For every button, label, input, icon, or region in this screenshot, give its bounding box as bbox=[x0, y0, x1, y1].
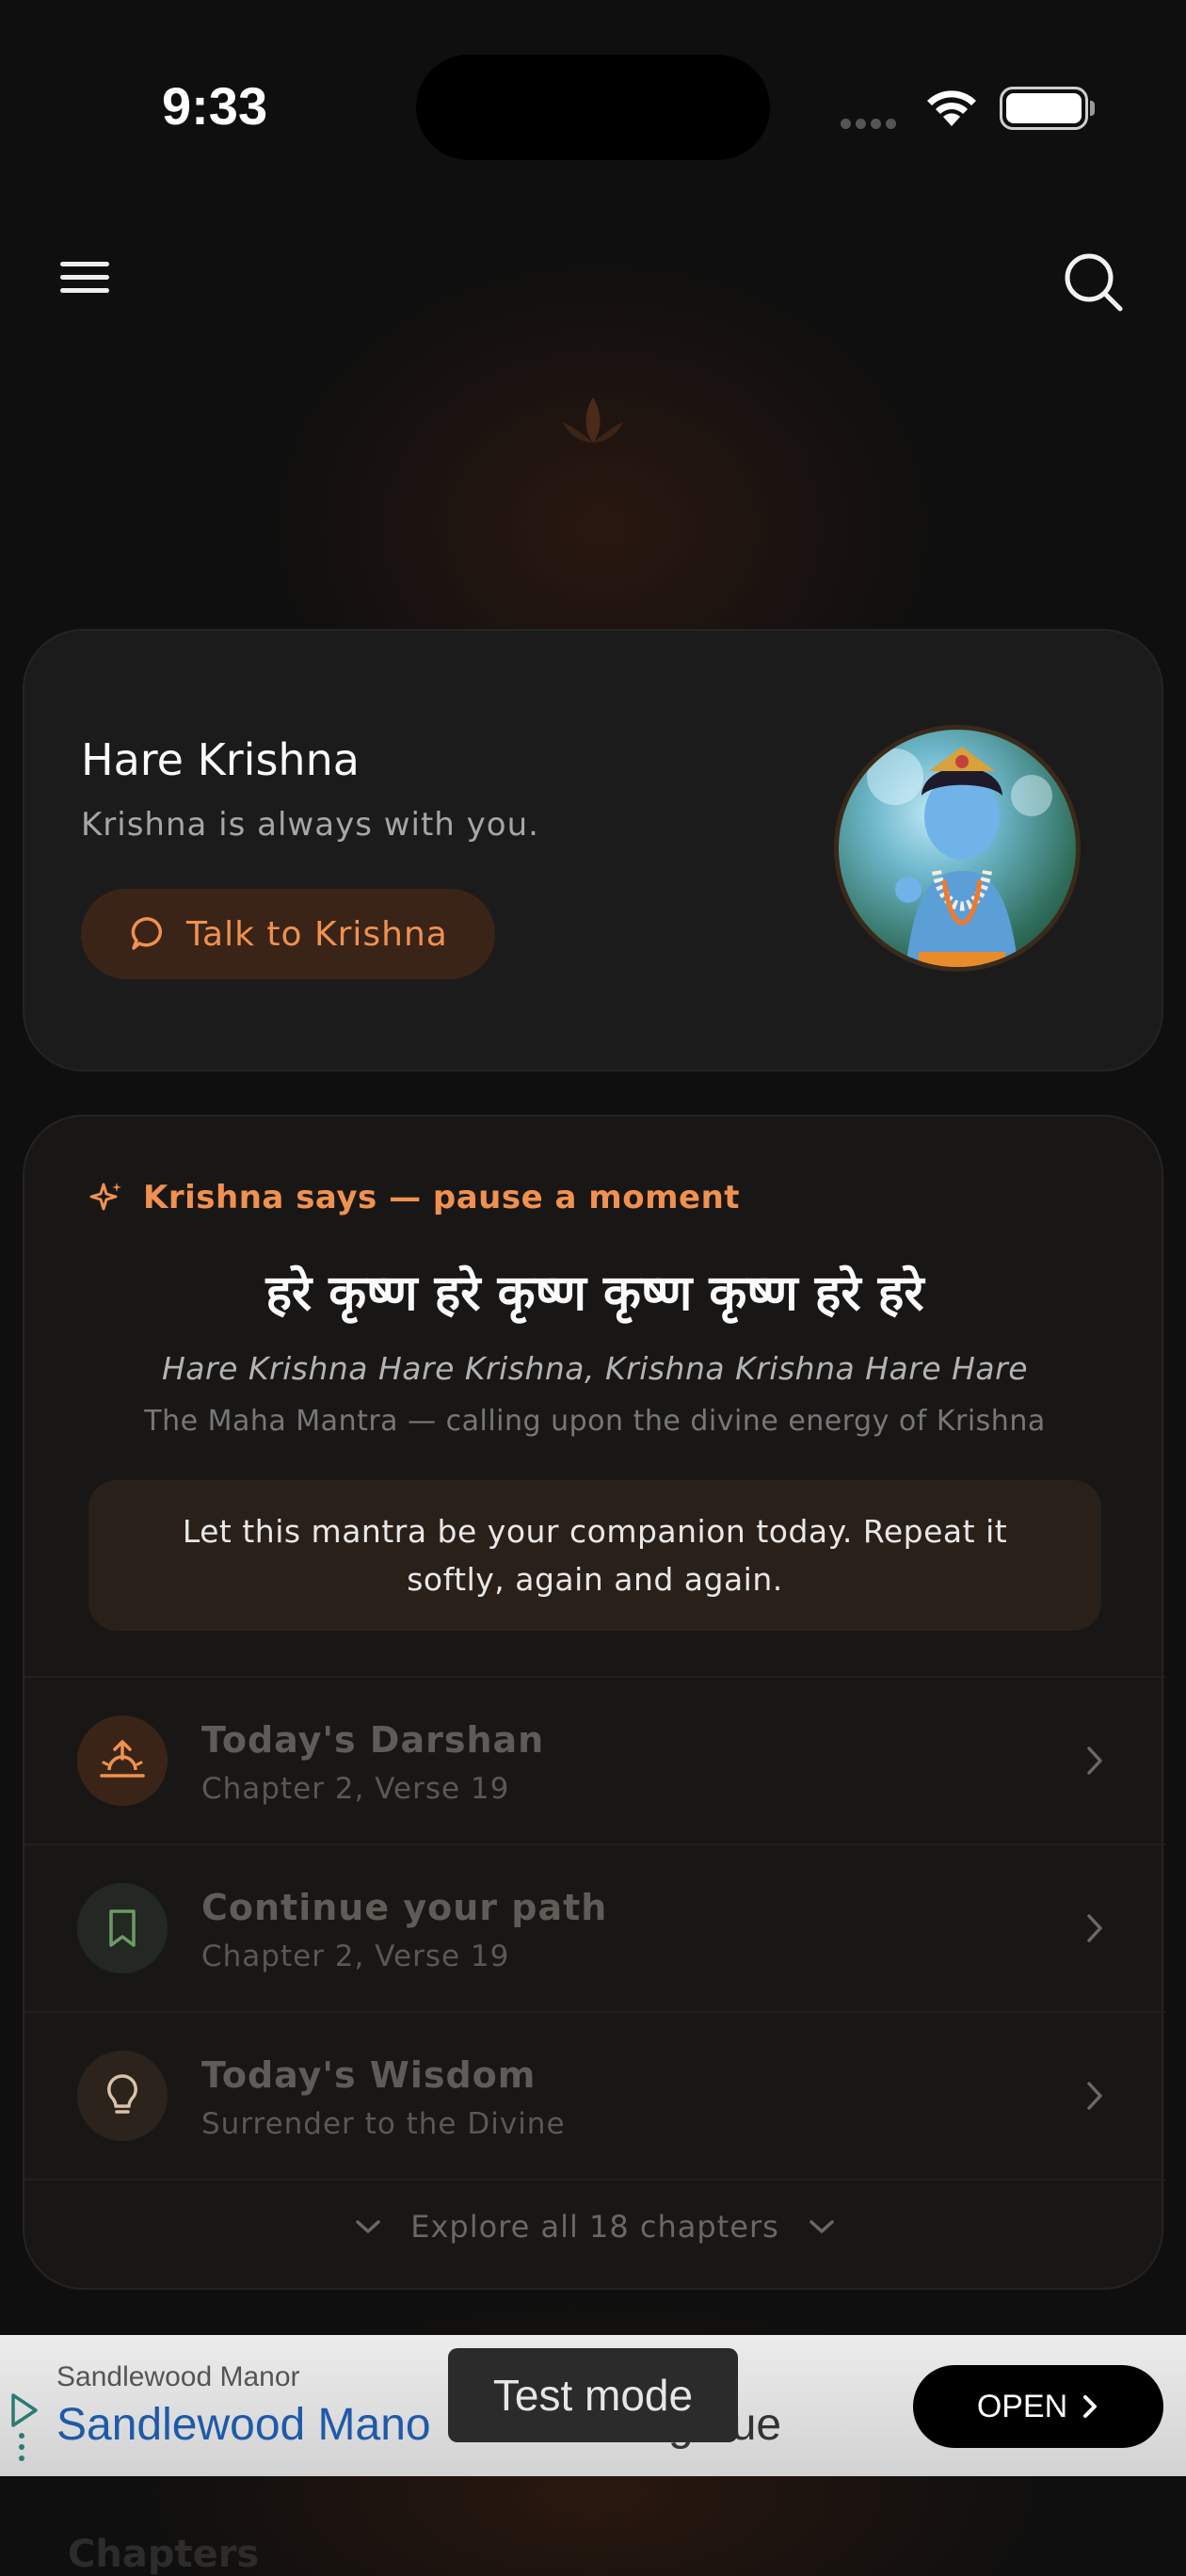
row-subtitle: Surrender to the Divine bbox=[201, 2107, 566, 2141]
lightbulb-icon bbox=[77, 2051, 168, 2141]
explore-label: Explore all 18 chapters bbox=[410, 2209, 779, 2245]
chevron-down-icon bbox=[356, 2220, 380, 2233]
sunrise-icon bbox=[77, 1715, 168, 1806]
row-title: Continue your path bbox=[201, 1887, 608, 1928]
chevron-right-icon bbox=[1087, 2082, 1102, 2110]
row-subtitle: Chapter 2, Verse 19 bbox=[201, 1772, 510, 1806]
divider bbox=[24, 2179, 1165, 2181]
chapters-heading: Chapters bbox=[68, 2533, 260, 2576]
talk-to-krishna-button[interactable]: Talk to Krishna bbox=[81, 889, 495, 979]
search-icon[interactable] bbox=[1060, 249, 1126, 314]
ad-title: Sandlewood Mano bbox=[56, 2400, 431, 2450]
hero-card: Hare Krishna Krishna is always with you.… bbox=[23, 629, 1163, 1071]
menu-button[interactable] bbox=[60, 254, 120, 311]
row-title: Today's Wisdom bbox=[201, 2054, 537, 2096]
explore-chapters-button[interactable]: Explore all 18 chapters bbox=[24, 2209, 1165, 2245]
row-subtitle: Chapter 2, Verse 19 bbox=[201, 1940, 510, 1973]
chevron-right-icon bbox=[1087, 1747, 1102, 1775]
wifi-icon bbox=[927, 90, 976, 126]
mantra-transliteration: Hare Krishna Hare Krishna, Krishna Krish… bbox=[161, 1350, 1029, 1387]
menu-icon bbox=[60, 262, 109, 266]
todays-wisdom-row[interactable]: Today's Wisdom Surrender to the Divine bbox=[24, 2013, 1165, 2179]
lotus-icon bbox=[563, 397, 623, 443]
bookmark-icon bbox=[77, 1883, 168, 1973]
ad-choices-icon bbox=[11, 2393, 38, 2427]
chevron-right-icon bbox=[1087, 1914, 1102, 1942]
talk-button-label: Talk to Krishna bbox=[186, 914, 448, 954]
ad-open-label: OPEN bbox=[976, 2388, 1068, 2424]
chevron-right-icon bbox=[1083, 2395, 1098, 2418]
ad-brand: Sandlewood Manor bbox=[56, 2361, 300, 2392]
ad-open-button[interactable]: OPEN bbox=[913, 2365, 1163, 2448]
continue-path-row[interactable]: Continue your path Chapter 2, Verse 19 bbox=[24, 1845, 1165, 2011]
test-mode-badge: Test mode bbox=[448, 2348, 738, 2442]
krishna-says-label: Krishna says — pause a moment bbox=[143, 1179, 741, 1216]
mantra-devanagari: हरे कृष्ण हरे कृष्ण कृष्ण कृष्ण हरे हरे bbox=[265, 1265, 924, 1322]
mantra-meaning: The Maha Mantra — calling upon the divin… bbox=[144, 1405, 1046, 1438]
hero-subtitle: Krishna is always with you. bbox=[81, 806, 539, 844]
mantra-card: Krishna says — pause a moment हरे कृष्ण … bbox=[23, 1115, 1165, 2290]
battery-icon bbox=[1000, 87, 1095, 130]
krishna-avatar bbox=[834, 725, 1081, 972]
dynamic-island bbox=[416, 55, 770, 160]
status-bar: 9:33 bbox=[0, 0, 1186, 217]
mantra-note: Let this mantra be your companion today.… bbox=[88, 1480, 1101, 1631]
cellular-signal-icon bbox=[841, 115, 906, 129]
todays-darshan-row[interactable]: Today's Darshan Chapter 2, Verse 19 bbox=[24, 1678, 1165, 1843]
chat-bubble-icon bbox=[131, 917, 163, 950]
ad-options-icon[interactable] bbox=[19, 2433, 24, 2467]
row-title: Today's Darshan bbox=[201, 1719, 545, 1761]
status-time: 9:33 bbox=[162, 76, 268, 136]
krishna-says-header: Krishna says — pause a moment bbox=[87, 1179, 740, 1216]
sparkles-icon bbox=[89, 1183, 121, 1211]
hero-title: Hare Krishna bbox=[81, 734, 360, 785]
chevron-down-icon bbox=[809, 2220, 834, 2233]
